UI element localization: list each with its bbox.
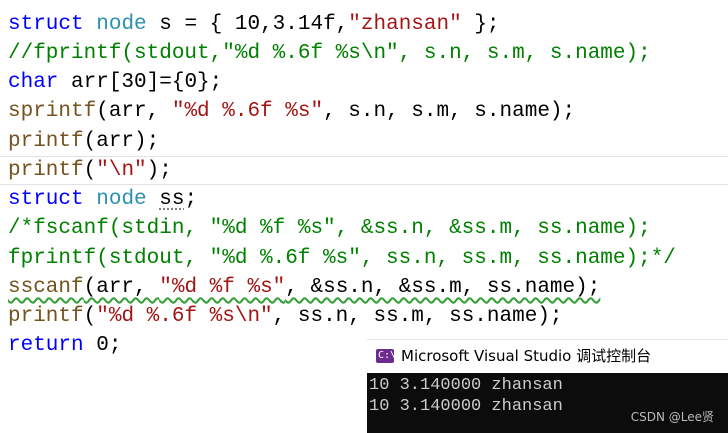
code-line-8[interactable]: /*fscanf(stdin, "%d %f %s", &ss.n, &ss.m…	[8, 214, 651, 243]
watermark: CSDN @Lee贤	[630, 410, 714, 424]
code-text: (	[83, 305, 97, 328]
code-line-12[interactable]: return 0;	[8, 331, 121, 360]
function-name: sscanf	[8, 276, 84, 299]
code-text: arr[30]={0};	[58, 71, 223, 94]
function-name: printf	[8, 130, 84, 153]
code-text: 0;	[83, 334, 122, 357]
code-text: (arr,	[96, 100, 172, 123]
string-literal: "%d %.6f %s\n"	[96, 305, 273, 328]
code-text: , ss.n, ss.m, ss.name);	[272, 305, 563, 328]
code-text: (arr,	[83, 276, 160, 299]
code-line-3[interactable]: char arr[30]={0};	[8, 68, 222, 97]
function-name: printf	[8, 305, 84, 328]
function-name: sprintf	[8, 100, 97, 123]
console-app-icon: C:\	[376, 349, 397, 363]
code-text: (arr);	[83, 130, 160, 153]
code-line-1[interactable]: struct node s = { 10,3.14f,"zhansan" };	[8, 10, 500, 39]
code-text: s = { 10,3.14f,	[146, 13, 349, 36]
code-text: ;	[184, 188, 198, 211]
type-name: node	[96, 13, 147, 36]
variable-name: ss	[159, 188, 185, 211]
code-text: , &ss.n, &ss.m, ss.name);	[285, 276, 601, 299]
code-line-6[interactable]: printf("\n");	[8, 156, 172, 185]
code-text: , s.n, s.m, s.name);	[323, 100, 576, 123]
code-line-4[interactable]: sprintf(arr, "%d %.6f %s", s.n, s.m, s.n…	[8, 97, 575, 126]
function-name: printf	[8, 159, 84, 182]
console-title-bar[interactable]: C:\ Microsoft Visual Studio 调试控制台	[367, 339, 728, 374]
string-literal: "\n"	[96, 159, 147, 182]
type-name: node	[96, 188, 147, 211]
code-text: };	[461, 13, 500, 36]
string-literal: "%d %f %s"	[159, 276, 286, 299]
console-title: Microsoft Visual Studio 调试控制台	[401, 347, 652, 365]
code-line-9[interactable]: fprintf(stdout, "%d %.6f %s", ss.n, ss.m…	[8, 244, 676, 273]
code-line-10[interactable]: sscanf(arr, "%d %f %s", &ss.n, &ss.m, ss…	[8, 273, 600, 302]
keyword: char	[8, 71, 59, 94]
string-literal: "%d %.6f %s"	[171, 100, 324, 123]
code-line-7[interactable]: struct node ss;	[8, 185, 197, 214]
debug-console-window[interactable]: C:\ Microsoft Visual Studio 调试控制台 10 3.1…	[367, 339, 728, 433]
code-line-11[interactable]: printf("%d %.6f %s\n", ss.n, ss.m, ss.na…	[8, 302, 563, 331]
code-line-5[interactable]: printf(arr);	[8, 127, 159, 156]
console-output[interactable]: 10 3.140000 zhansan 10 3.140000 zhansan …	[367, 373, 728, 433]
code-line-2[interactable]: //fprintf(stdout,"%d %.6f %s\n", s.n, s.…	[8, 39, 651, 68]
keyword: return	[8, 334, 84, 357]
keyword: struct	[8, 13, 84, 36]
code-text: );	[146, 159, 172, 182]
console-output-line: 10 3.140000 zhansan	[369, 397, 563, 416]
keyword: struct	[8, 188, 84, 211]
string-literal: "zhansan"	[348, 13, 462, 36]
code-text: (	[83, 159, 97, 182]
console-output-line: 10 3.140000 zhansan	[369, 376, 563, 395]
